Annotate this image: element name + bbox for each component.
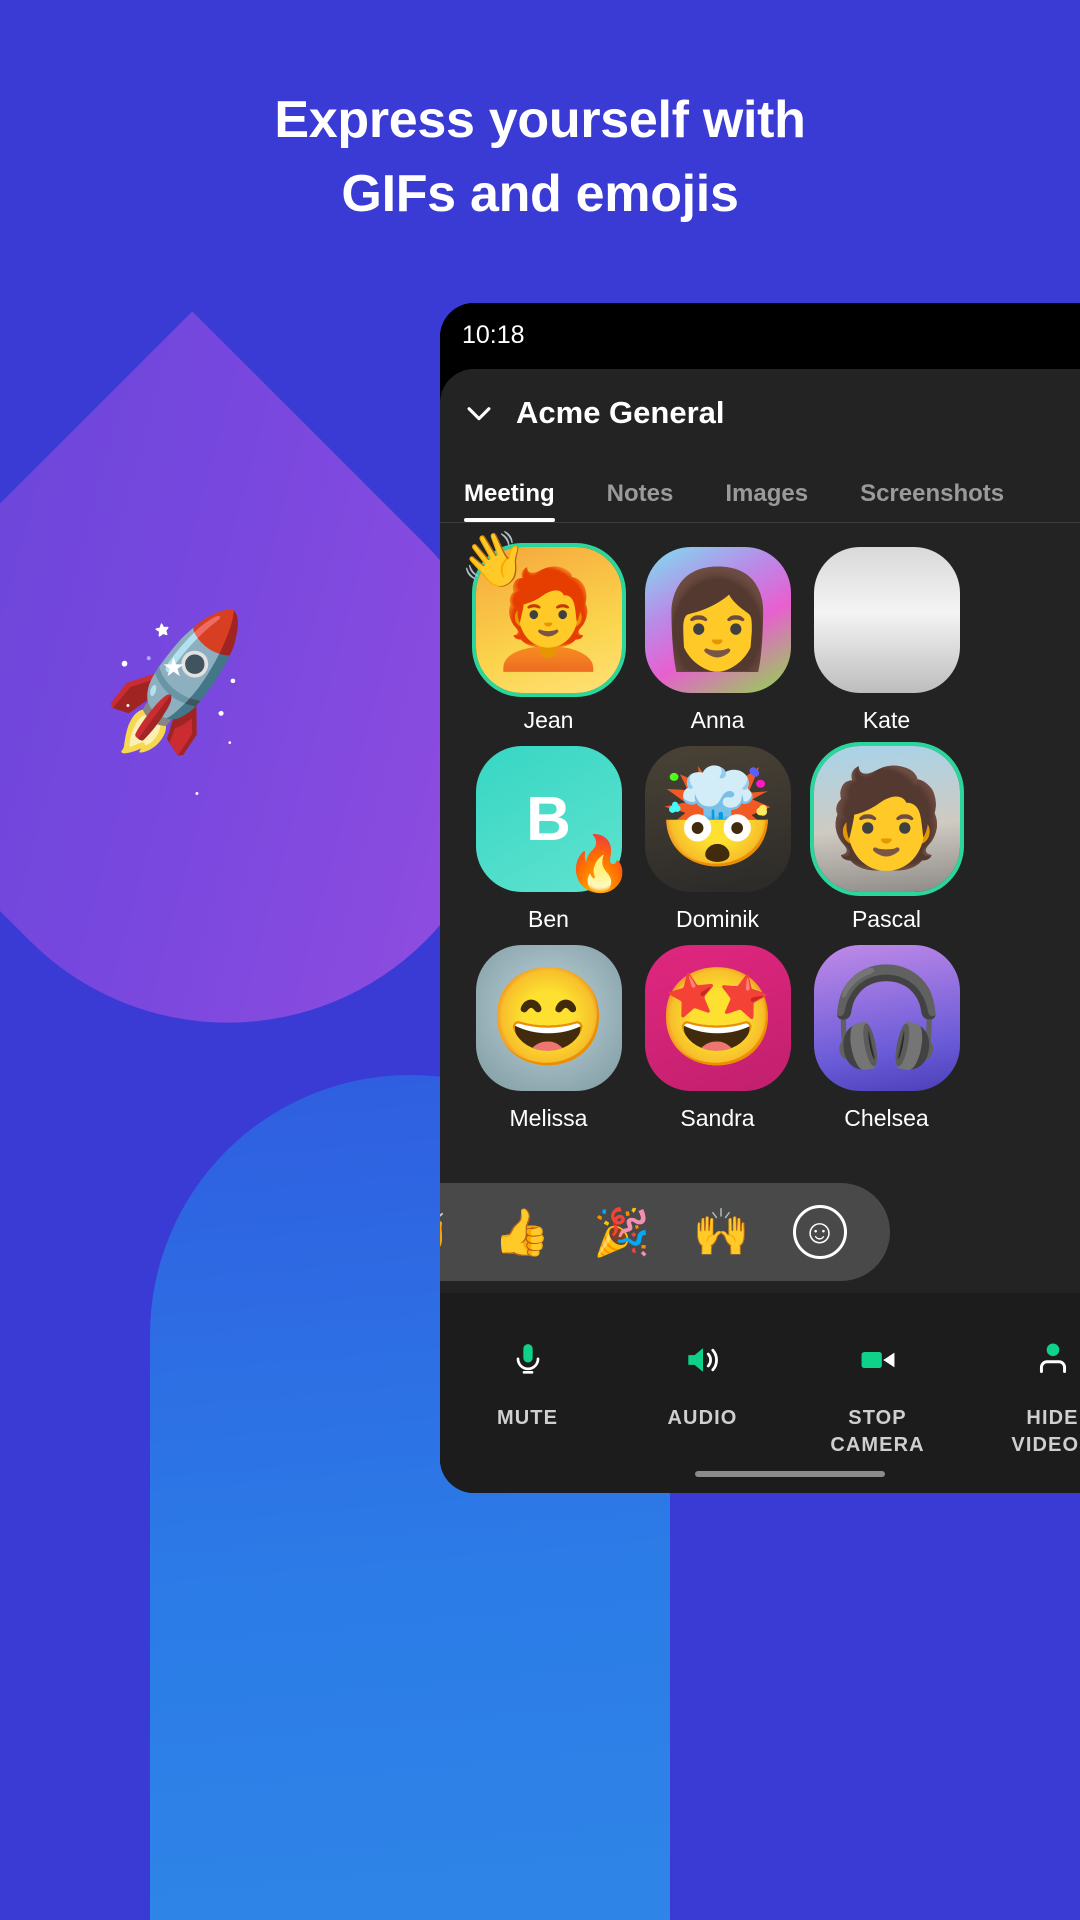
chevron-down-icon[interactable] — [462, 396, 496, 430]
sparkle-dot-icon: • — [195, 788, 199, 800]
home-indicator — [695, 1471, 885, 1477]
participant-video-tile[interactable]: B — [475, 746, 622, 892]
emoji-picker-icon[interactable]: ☺ — [792, 1205, 847, 1259]
meeting-controls-bar: MUTE AUDIO STOPCAMERA HIDEVIDEOS — [440, 1293, 1080, 1493]
participant-video-tile[interactable]: 🎧 — [813, 945, 960, 1091]
clapping-hands-icon[interactable]: 👏 — [440, 1209, 451, 1255]
participant-video-tile[interactable]: 😄 — [475, 945, 622, 1091]
speaker-icon[interactable] — [615, 1337, 790, 1383]
participant-video-tile[interactable]: 🤯 — [644, 746, 791, 892]
participant-name: Sandra — [680, 1105, 755, 1131]
meeting-app-screen: Acme General Meeting Notes Images Screensho… — [440, 369, 1080, 1493]
participant-avatar: 👩 — [657, 566, 778, 673]
participant-avatar: 🤯 — [657, 765, 778, 872]
control-label: AUDIO — [667, 1407, 738, 1429]
participant-name: Ben — [528, 906, 569, 932]
tab-bar: Meeting Notes Images Screenshots — [440, 453, 1080, 523]
participant-avatar: 🧑‍🦰 — [488, 566, 609, 673]
control-hide-videos[interactable]: HIDEVIDEOS — [965, 1337, 1080, 1459]
phone-mockup: 10:18 Acme General Meeting Notes Images Scr… — [440, 303, 1080, 1493]
participant-cell[interactable]: 🧑 Pascal — [802, 746, 971, 933]
headline-line-1: Express yourself with — [274, 91, 806, 149]
control-label: HIDEVIDEOS — [1011, 1407, 1080, 1456]
participant-cell[interactable]: 🤯 Dominik — [633, 746, 802, 933]
participant-video-tile[interactable]: 🧑 — [813, 746, 960, 892]
tab-images[interactable]: Images — [725, 480, 808, 522]
control-stop-camera[interactable]: STOP CAMERA — [790, 1337, 965, 1459]
headline-line-2: GIFs and emojis — [341, 164, 739, 223]
control-label: MUTE — [496, 1407, 559, 1429]
participant-name: Pascal — [851, 906, 922, 932]
participant-cell[interactable]: 🤩 Sandra — [633, 945, 802, 1132]
control-audio[interactable]: AUDIO — [615, 1337, 790, 1432]
party-popper-icon[interactable]: 🎉 — [593, 1209, 650, 1255]
participant-name: Chelsea — [844, 1105, 929, 1131]
participant-video-tile[interactable]: 🧑‍🦰 — [475, 547, 622, 693]
participant-cell[interactable]: 🎧 Chelsea — [802, 945, 971, 1132]
rocket-illustration: 🚀 ★ • • • — [91, 606, 300, 830]
participant-avatar: 🧑 — [826, 765, 947, 872]
tab-meeting[interactable]: Meeting — [464, 480, 555, 522]
raising-hands-icon[interactable]: 🙌 — [693, 1209, 750, 1255]
participant-avatar: 😄 — [488, 964, 609, 1071]
participant-cell[interactable]: Kate — [802, 547, 971, 734]
emoji-reaction-bar[interactable]: 👏 👍 🎉 🙌 ☺ — [440, 1183, 890, 1281]
sparkle-dot-icon: • — [228, 738, 232, 749]
meeting-header[interactable]: Acme General — [440, 369, 1080, 453]
rocket-icon: 🚀 — [91, 605, 265, 766]
participant-video-tile[interactable]: 👩 — [644, 547, 791, 693]
control-label: STOP CAMERA — [830, 1407, 925, 1456]
tab-screenshots[interactable]: Screenshots — [860, 480, 1004, 522]
participant-initial: B — [526, 784, 571, 854]
participant-avatar: 🤩 — [657, 964, 778, 1071]
participant-name: Anna — [690, 707, 745, 733]
participant-cell[interactable]: 👩 Anna — [633, 547, 802, 734]
video-camera-icon[interactable] — [790, 1337, 965, 1383]
participant-cell[interactable]: 😄 Melissa — [464, 945, 633, 1132]
thumbs-up-icon[interactable]: 👍 — [493, 1209, 550, 1255]
participant-video-tile[interactable]: 🤩 — [644, 945, 791, 1091]
participant-video-tile[interactable] — [813, 547, 960, 693]
participant-grid: 🧑‍🦰 👋 Jean 👩 Anna Kate B 🔥 Ben 🤯 Dominik 🧑 Pascal 😄 Me… — [440, 523, 1080, 1144]
participant-cell[interactable]: B 🔥 Ben — [464, 746, 633, 933]
sparkle-dot-icon: • — [126, 700, 130, 712]
participant-avatar: 🎧 — [826, 964, 947, 1071]
control-mute[interactable]: MUTE — [440, 1337, 615, 1432]
star-icon: ★ — [162, 652, 186, 682]
participant-name: Dominik — [675, 906, 760, 932]
status-bar: 10:18 — [440, 303, 1080, 369]
participant-name: Jean — [523, 707, 574, 733]
participant-name: Kate — [862, 707, 911, 733]
page-title: Acme General — [516, 395, 725, 430]
status-bar-clock: 10:18 — [462, 321, 525, 349]
tab-notes[interactable]: Notes — [607, 480, 674, 522]
promo-headline: Express yourself with GIFs and emojis — [0, 84, 1080, 232]
participant-name: Melissa — [509, 1105, 588, 1131]
microphone-icon[interactable] — [440, 1337, 615, 1383]
person-icon[interactable] — [965, 1337, 1080, 1383]
participant-cell[interactable]: 🧑‍🦰 👋 Jean — [460, 533, 633, 734]
